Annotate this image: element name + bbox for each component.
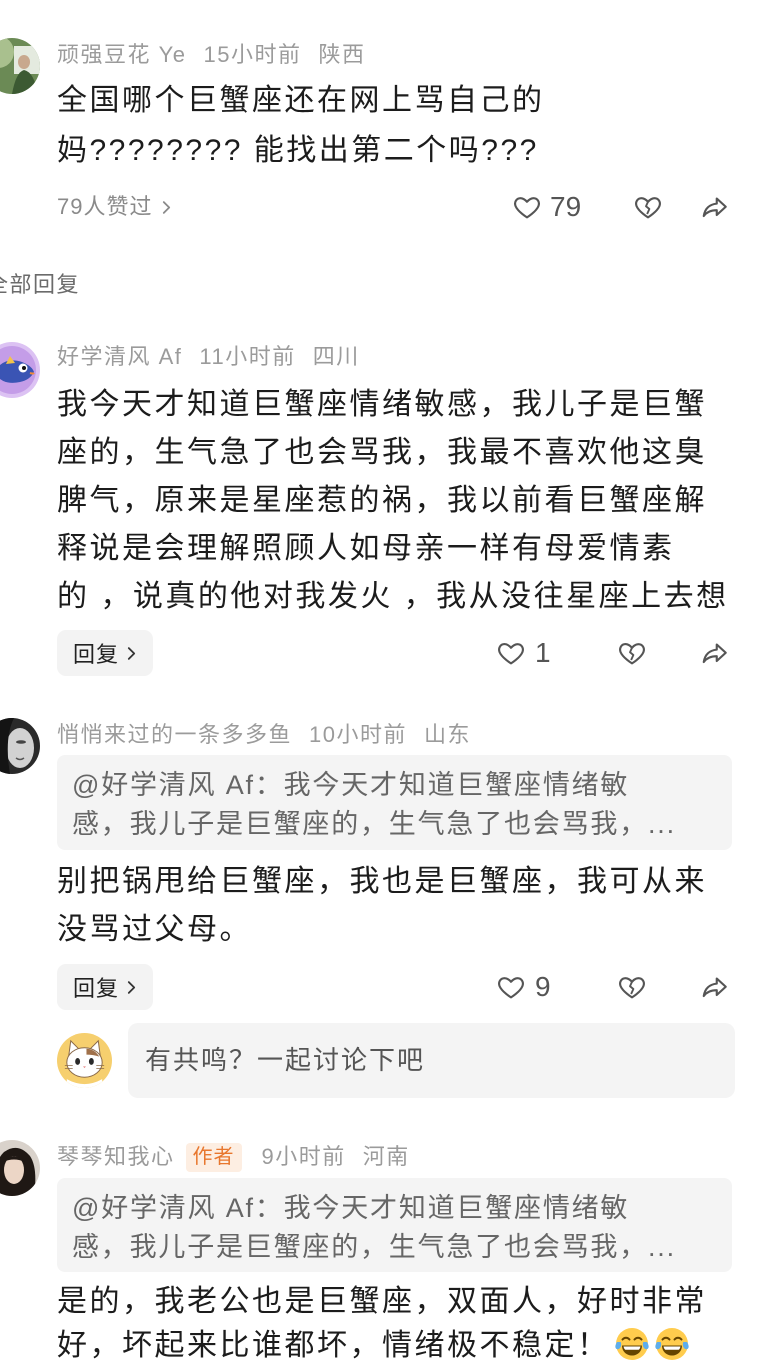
quote-line: 感，我儿子是巨蟹座的，生气急了也会骂我，...: [72, 1232, 676, 1262]
like-button[interactable]: [496, 638, 526, 668]
comment-time: 9小时前: [261, 1144, 346, 1169]
like-button[interactable]: [496, 972, 526, 1002]
dislike-button[interactable]: [633, 192, 663, 222]
likes-summary-link[interactable]: 79人赞过: [57, 192, 171, 222]
avatar[interactable]: [0, 718, 40, 774]
like-count: 1: [535, 637, 551, 668]
avatar-photo: [0, 718, 40, 774]
comment-location: 河南: [362, 1144, 410, 1169]
heart-icon: [514, 197, 540, 219]
comment-text: 是的，我老公也是巨蟹座，双面人，好时非常 好，坏起来比谁都坏，情绪极不稳定！: [57, 1280, 707, 1368]
broken-heart-icon: [619, 643, 645, 665]
current-user-avatar: [57, 1033, 112, 1088]
share-arrow-icon: [702, 643, 727, 664]
comment-meta: 悄悄来过的一条多多鱼 10小时前 山东: [57, 720, 471, 750]
comment-text-line: 全国哪个巨蟹座还在网上骂自己的: [57, 84, 545, 117]
quote-line: @好学清风 Af：我今天才知道巨蟹座情绪敏: [72, 1193, 630, 1223]
author-name[interactable]: 悄悄来过的一条多多鱼: [57, 720, 292, 750]
comment-text: 我今天才知道巨蟹座情绪敏感，我儿子是巨蟹 座的，生气急了也会骂我，我最不喜欢他这…: [57, 381, 729, 621]
comment-input[interactable]: [128, 1023, 735, 1098]
comment-time: 15小时前: [203, 42, 302, 67]
comment-location: 山东: [424, 722, 472, 747]
comment-text-line: 别把锅甩给巨蟹座，我也是巨蟹座，我可从来: [57, 865, 707, 898]
quoted-comment[interactable]: @好学清风 Af：我今天才知道巨蟹座情绪敏 感，我儿子是巨蟹座的，生气急了也会骂…: [57, 1178, 732, 1272]
comment-text: 全国哪个巨蟹座还在网上骂自己的 妈???????? 能找出第二个吗???: [57, 76, 545, 176]
comment-text-line: 是的，我老公也是巨蟹座，双面人，好时非常: [57, 1285, 707, 1318]
comment-text-line: 的 ，说真的他对我发火 ，我从没往星座上去想: [57, 580, 729, 613]
comment-text-line: 脾气，原来是星座惹的祸，我以前看巨蟹座解: [57, 484, 707, 517]
comment-text-line: 没骂过父母。: [57, 913, 252, 946]
chevron-right-icon: [127, 646, 136, 661]
comment-text-line: 妈???????? 能找出第二个吗???: [57, 134, 539, 167]
comment-time: 11小时前: [199, 344, 296, 369]
avatar-photo: [0, 38, 40, 94]
heart-icon: [498, 643, 524, 665]
avatar-photo: [0, 1140, 40, 1196]
like-button[interactable]: [512, 192, 542, 222]
comment-location: 四川: [312, 344, 360, 369]
comment-text-line-with-emoji: 好，坏起来比谁都坏，情绪极不稳定！: [57, 1324, 707, 1368]
share-arrow-icon: [702, 977, 727, 998]
quote-line: 感，我儿子是巨蟹座的，生气急了也会骂我，...: [72, 809, 676, 839]
avatar[interactable]: [0, 1140, 40, 1196]
comment-thread: 顽强豆花 Ye 15小时前 陕西 全国哪个巨蟹座还在网上骂自己的 妈??????…: [0, 0, 772, 1368]
comment-text: 别把锅甩给巨蟹座，我也是巨蟹座，我可从来 没骂过父母。: [57, 858, 707, 954]
tears-of-joy-emoji-icon: [654, 1326, 690, 1362]
avatar-fish-cartoon: [0, 342, 40, 398]
chevron-right-icon: [127, 980, 136, 995]
like-count: 9: [535, 971, 551, 1002]
dislike-button[interactable]: [617, 638, 647, 668]
comment-meta: 琴琴知我心 作者 9小时前 河南: [57, 1142, 410, 1172]
author-badge: 作者: [185, 1142, 242, 1172]
comment-time: 10小时前: [309, 722, 407, 747]
share-button[interactable]: [700, 192, 730, 222]
comment-location: 陕西: [318, 42, 366, 67]
reply-button[interactable]: 回复: [57, 630, 153, 676]
dislike-button[interactable]: [617, 972, 647, 1002]
comment-input-box[interactable]: [128, 1023, 735, 1098]
comment-meta: 顽强豆花 Ye 15小时前 陕西: [57, 40, 366, 70]
comment-meta: 好学清风 Af 11小时前 四川: [57, 342, 360, 372]
comment-text-line: 座的，生气急了也会骂我，我最不喜欢他这臭: [57, 436, 707, 469]
reply-button-label: 回复: [73, 976, 120, 1001]
author-name[interactable]: 琴琴知我心: [57, 1142, 175, 1172]
like-count: 79: [550, 191, 582, 222]
author-name[interactable]: 好学清风 Af: [57, 342, 182, 372]
broken-heart-icon: [635, 197, 661, 219]
reply-button[interactable]: 回复: [57, 964, 153, 1010]
tears-of-joy-emoji-icon: [614, 1326, 650, 1362]
cat-cartoon-avatar: [57, 1033, 112, 1088]
section-title: 全部回复: [0, 272, 81, 297]
share-arrow-icon: [702, 197, 727, 218]
author-name[interactable]: 顽强豆花 Ye: [57, 40, 187, 70]
chevron-right-icon: [162, 200, 171, 215]
comment-text-line: 我今天才知道巨蟹座情绪敏感，我儿子是巨蟹: [57, 388, 707, 421]
reply-button-label: 回复: [73, 642, 120, 667]
heart-icon: [498, 977, 524, 999]
share-button[interactable]: [700, 638, 730, 668]
likes-summary-text: 79人赞过: [57, 194, 153, 219]
share-button[interactable]: [700, 972, 730, 1002]
broken-heart-icon: [619, 977, 645, 999]
avatar[interactable]: [0, 342, 40, 398]
comment-text-line: 释说是会理解照顾人如母亲一样有母爱情素: [57, 532, 675, 565]
quote-line: @好学清风 Af：我今天才知道巨蟹座情绪敏: [72, 770, 630, 800]
quoted-comment[interactable]: @好学清风 Af：我今天才知道巨蟹座情绪敏 感，我儿子是巨蟹座的，生气急了也会骂…: [57, 755, 732, 850]
comment-text-fragment: 好，坏起来比谁都坏，情绪极不稳定！: [57, 1329, 610, 1362]
avatar[interactable]: [0, 38, 40, 94]
